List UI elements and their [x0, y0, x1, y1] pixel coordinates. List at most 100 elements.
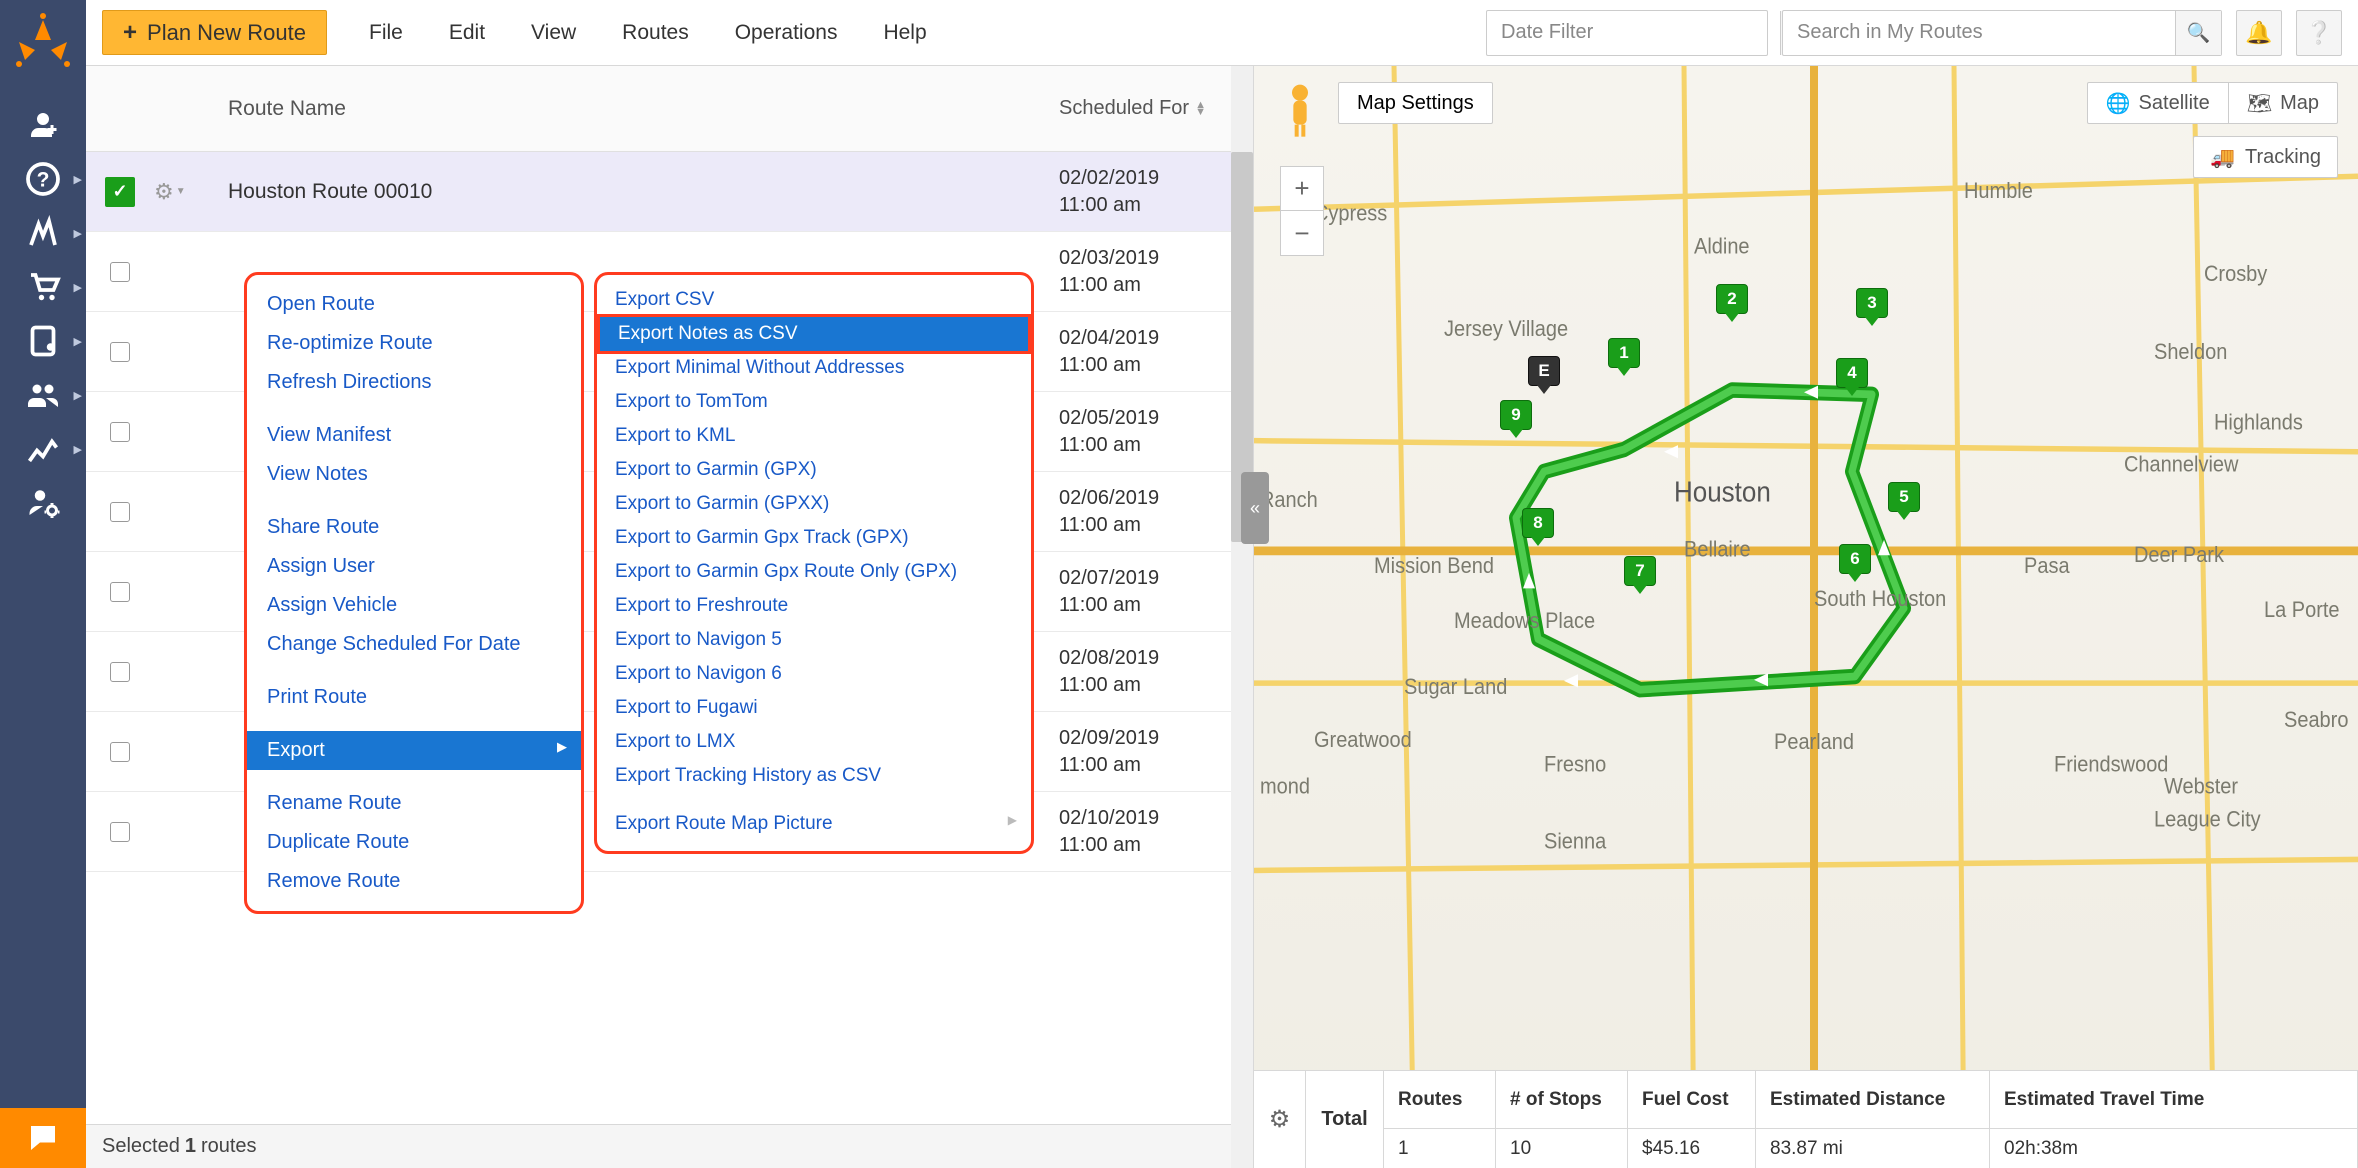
nav-user-settings-icon[interactable] [0, 476, 86, 530]
submenu-item[interactable]: Export Route Map Picture▶ [597, 807, 1031, 841]
pin-label: 1 [1608, 338, 1640, 368]
row-checkbox[interactable] [110, 582, 130, 602]
menu-routes[interactable]: Routes [622, 21, 689, 45]
menu-item[interactable]: Open Route [247, 285, 581, 324]
menu-item[interactable]: Share Route [247, 508, 581, 547]
menu-item[interactable]: Re-optimize Route [247, 324, 581, 363]
stop-pin[interactable]: 6 [1839, 544, 1871, 582]
submenu-item[interactable]: Export to Garmin Gpx Route Only (GPX) [597, 555, 1031, 589]
end-pin[interactable]: E [1528, 356, 1560, 394]
map-settings-button[interactable]: Map Settings [1338, 82, 1493, 124]
col-scheduled-for[interactable]: Scheduled For▲▼ [1059, 97, 1221, 120]
row-checkbox[interactable] [110, 422, 130, 442]
table-row[interactable]: ✓⚙▼Houston Route 0001002/02/201911:00 am [86, 152, 1253, 232]
submenu-item[interactable]: Export Tracking History as CSV [597, 759, 1031, 793]
svg-text:Sheldon: Sheldon [2154, 340, 2227, 364]
submenu-item[interactable]: Export Notes as CSV [597, 314, 1031, 354]
svg-text:Sugar Land: Sugar Land [1404, 675, 1507, 699]
row-checkbox[interactable] [110, 662, 130, 682]
nav-routes-icon[interactable]: ▶ [0, 206, 86, 260]
help-icon[interactable]: ❔ [2296, 10, 2342, 56]
menu-item[interactable]: Rename Route [247, 784, 581, 823]
scrollbar[interactable] [1231, 66, 1253, 1168]
chevron-right-icon: ▶ [557, 739, 567, 755]
search-box: 🔍 [1782, 10, 2222, 56]
submenu-item[interactable]: Export to TomTom [597, 385, 1031, 419]
row-gear-icon[interactable]: ⚙▼ [154, 179, 218, 205]
plan-new-route-button[interactable]: +Plan New Route [102, 10, 327, 55]
date-filter: 📅 [1486, 10, 1768, 56]
search-icon[interactable]: 🔍 [2175, 11, 2221, 55]
menu-view[interactable]: View [531, 21, 576, 45]
pegman-icon[interactable] [1280, 82, 1320, 138]
nav-add-user-icon[interactable] [0, 98, 86, 152]
app-logo [13, 12, 73, 72]
submenu-item[interactable]: Export to Fugawi [597, 691, 1031, 725]
search-input[interactable] [1783, 21, 2175, 44]
menu-item[interactable]: Refresh Directions [247, 363, 581, 402]
map-type-map[interactable]: 🗺Map [2229, 83, 2337, 123]
pin-label: 5 [1888, 482, 1920, 512]
zoom-in-button[interactable]: + [1281, 167, 1323, 211]
menu-edit[interactable]: Edit [449, 21, 485, 45]
stop-pin[interactable]: 1 [1608, 338, 1640, 376]
menu-item[interactable]: Duplicate Route [247, 823, 581, 862]
nav-addressbook-icon[interactable]: ▶ [0, 314, 86, 368]
pin-label: 8 [1522, 508, 1554, 538]
submenu-item[interactable]: Export to Garmin (GPX) [597, 453, 1031, 487]
stop-pin[interactable]: 3 [1856, 288, 1888, 326]
notifications-icon[interactable]: 🔔 [2236, 10, 2282, 56]
menu-item[interactable]: Change Scheduled For Date [247, 625, 581, 664]
panel-splitter[interactable]: « [1241, 472, 1269, 544]
stop-pin[interactable]: 4 [1836, 358, 1868, 396]
summary-gear-icon[interactable]: ⚙ [1254, 1071, 1306, 1168]
nav-chat-icon[interactable] [0, 1108, 86, 1168]
menu-item[interactable]: View Notes [247, 455, 581, 494]
submenu-item[interactable]: Export CSV [597, 283, 1031, 317]
stop-pin[interactable]: 9 [1500, 400, 1532, 438]
submenu-item[interactable]: Export Minimal Without Addresses [597, 351, 1031, 385]
nav-help-icon[interactable]: ?▶ [0, 152, 86, 206]
date-filter-input[interactable] [1487, 21, 1780, 44]
col-route-name[interactable]: Route Name [218, 97, 1059, 121]
stop-pin[interactable]: 8 [1522, 508, 1554, 546]
row-checkbox[interactable] [110, 262, 130, 282]
row-checkbox[interactable]: ✓ [105, 177, 135, 207]
nav-team-icon[interactable]: ▶ [0, 368, 86, 422]
globe-icon: 🌐 [2106, 91, 2131, 116]
menu-help[interactable]: Help [883, 21, 926, 45]
menu-item[interactable]: Remove Route [247, 862, 581, 901]
menu-operations[interactable]: Operations [735, 21, 838, 45]
row-checkbox[interactable] [110, 742, 130, 762]
row-checkbox[interactable] [110, 342, 130, 362]
menu-item[interactable]: Assign Vehicle [247, 586, 581, 625]
stop-pin[interactable]: 2 [1716, 284, 1748, 322]
menu-item[interactable]: Print Route [247, 678, 581, 717]
submenu-item[interactable]: Export to Navigon 5 [597, 623, 1031, 657]
submenu-item[interactable]: Export to Garmin (GPXX) [597, 487, 1031, 521]
menu-file[interactable]: File [369, 21, 403, 45]
summary-routes-val: 1 [1384, 1129, 1495, 1168]
submenu-item[interactable]: Export to LMX [597, 725, 1031, 759]
nav-analytics-icon[interactable]: ▶ [0, 422, 86, 476]
submenu-item[interactable]: Export to Freshroute [597, 589, 1031, 623]
tracking-button[interactable]: 🚚Tracking [2193, 136, 2338, 178]
menu-item[interactable]: Export▶ [247, 731, 581, 770]
submenu-item[interactable]: Export to Navigon 6 [597, 657, 1031, 691]
nav-cart-icon[interactable]: ▶ [0, 260, 86, 314]
row-checkbox[interactable] [110, 502, 130, 522]
zoom-out-button[interactable]: − [1281, 211, 1323, 255]
stop-pin[interactable]: 7 [1624, 556, 1656, 594]
svg-text:Friendswood: Friendswood [2054, 752, 2168, 776]
stop-pin[interactable]: 5 [1888, 482, 1920, 520]
map-panel[interactable]: Cypress Aldine Humble Crosby Jersey Vill… [1254, 66, 2358, 1168]
svg-text:La Porte: La Porte [2264, 598, 2340, 622]
menu-item[interactable]: Assign User [247, 547, 581, 586]
menu-item[interactable]: View Manifest [247, 416, 581, 455]
scheduled-for: 02/08/201911:00 am [1059, 645, 1159, 699]
map-type-satellite[interactable]: 🌐Satellite [2088, 83, 2229, 123]
submenu-item[interactable]: Export to Garmin Gpx Track (GPX) [597, 521, 1031, 555]
submenu-item[interactable]: Export to KML [597, 419, 1031, 453]
row-checkbox[interactable] [110, 822, 130, 842]
summary-stops-hd: # of Stops [1496, 1071, 1627, 1129]
